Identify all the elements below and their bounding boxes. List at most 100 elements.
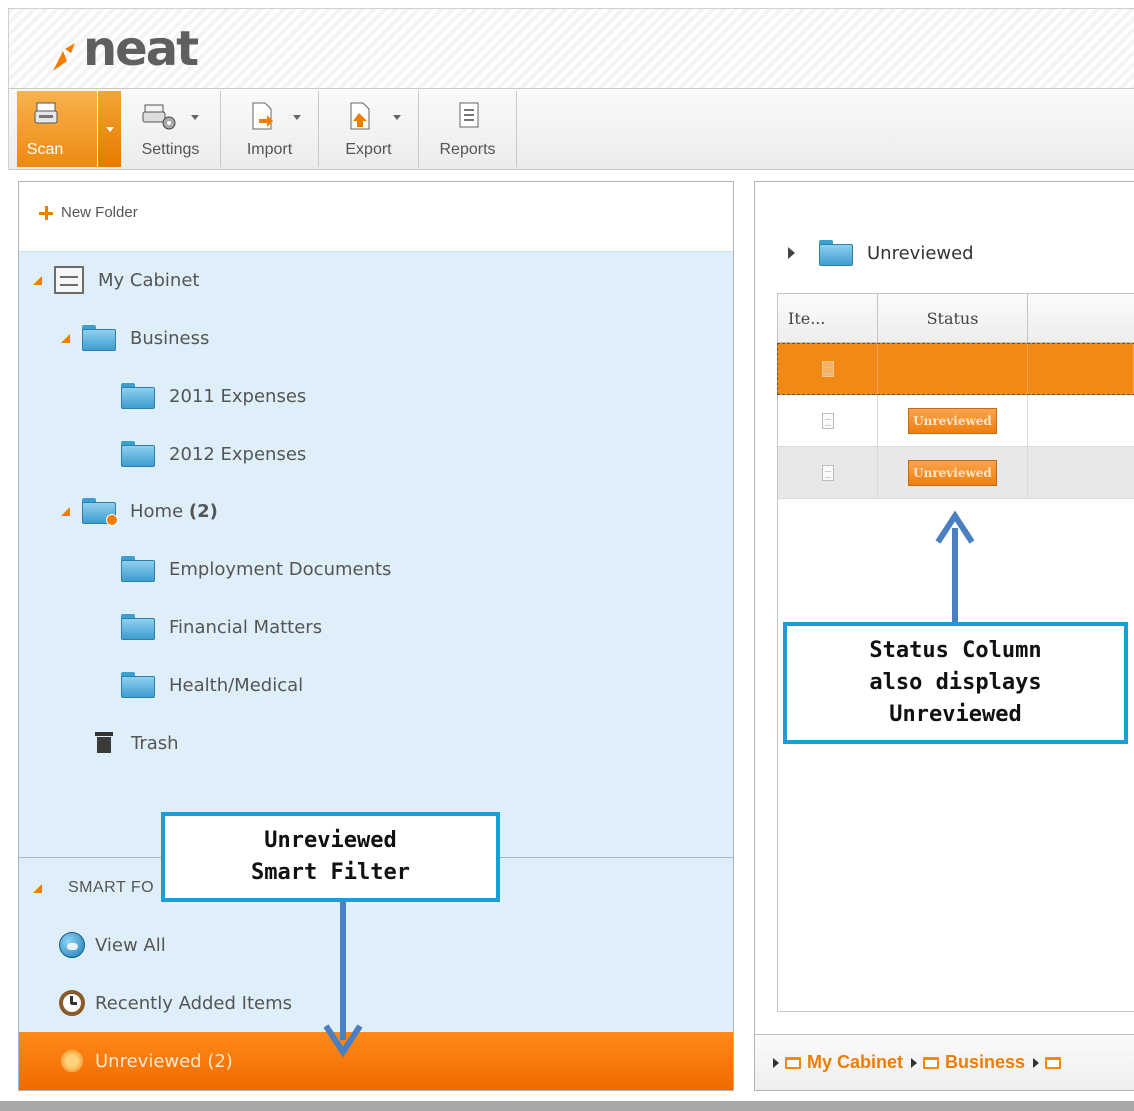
- callout-line: Unreviewed: [264, 828, 397, 853]
- column-header-status[interactable]: Status: [878, 294, 1028, 342]
- export-button[interactable]: Export: [319, 91, 419, 167]
- tree-item-label: Health/Medical: [169, 674, 304, 696]
- table-row[interactable]: Unreviewed: [777, 395, 1134, 447]
- collapse-triangle-icon[interactable]: [788, 247, 795, 259]
- cell-item: [778, 344, 878, 394]
- folder-header[interactable]: Unreviewed: [788, 240, 974, 266]
- smart-filter-callout: Unreviewed Smart Filter: [161, 812, 500, 902]
- toolbar: Scan Settings Import Export Reports: [8, 88, 1134, 170]
- new-folder-button[interactable]: New Folder: [39, 204, 138, 221]
- new-folder-bar: New Folder: [19, 182, 733, 252]
- column-header-rest[interactable]: [1028, 294, 1134, 342]
- export-caret-icon: [393, 115, 401, 120]
- trash-icon: [95, 732, 113, 754]
- tree-item-label: Employment Documents: [169, 558, 392, 580]
- settings-button[interactable]: Settings: [121, 91, 221, 167]
- tree-item-home[interactable]: Home (2): [61, 493, 218, 529]
- callout-line: Unreviewed: [889, 702, 1022, 727]
- document-icon: [821, 464, 834, 481]
- table-row[interactable]: Unreviewed: [777, 447, 1134, 499]
- tree-item-2012-expenses[interactable]: 2012 Expenses: [121, 436, 306, 472]
- smart-item-label: Recently Added Items: [95, 992, 293, 1014]
- table-header: Ite... Status: [777, 293, 1134, 343]
- smart-item-unreviewed-content: Unreviewed (2): [59, 1043, 233, 1079]
- logo-text: neat: [83, 21, 199, 77]
- home-count: (2): [188, 500, 218, 522]
- tree-item-label: Home (2): [130, 500, 218, 522]
- app-header: neat: [8, 8, 1134, 88]
- tree-item-business[interactable]: Business: [61, 320, 209, 356]
- expand-triangle-icon[interactable]: [61, 333, 70, 343]
- status-column-callout: Status Column also displays Unreviewed: [783, 622, 1128, 744]
- smart-item-recently-added[interactable]: Recently Added Items: [59, 985, 292, 1021]
- status-badge: Unreviewed: [908, 407, 997, 434]
- expand-triangle-icon[interactable]: [33, 883, 42, 893]
- breadcrumb-arrow-icon: [1033, 1057, 1040, 1068]
- shared-folder-icon: [82, 498, 118, 526]
- tree-item-label: 2012 Expenses: [169, 443, 307, 465]
- new-folder-label: New Folder: [61, 204, 138, 221]
- document-icon: [821, 412, 834, 429]
- breadcrumb-arrow-icon: [773, 1057, 779, 1068]
- tree-item-health-medical[interactable]: Health/Medical: [121, 667, 303, 703]
- cell-status: Unreviewed: [878, 447, 1028, 498]
- expand-triangle-icon[interactable]: [61, 506, 70, 516]
- import-caret-icon: [293, 115, 301, 120]
- column-header-item[interactable]: Ite...: [778, 294, 878, 342]
- import-button[interactable]: Import: [221, 91, 319, 167]
- tree-item-financial-matters[interactable]: Financial Matters: [121, 609, 322, 645]
- plus-icon: [39, 205, 53, 220]
- document-table: Ite... Status Unreviewed Unreviewed: [777, 293, 1134, 499]
- folder-icon: [121, 441, 155, 467]
- clock-icon: [59, 990, 85, 1016]
- settings-label: Settings: [141, 141, 200, 158]
- callout-line: Status Column: [869, 638, 1042, 663]
- breadcrumb-arrow-icon: [911, 1057, 918, 1068]
- neat-logo: neat: [49, 21, 199, 77]
- folder-icon: [82, 325, 116, 351]
- breadcrumb-folder-icon: [785, 1056, 801, 1069]
- tree-item-2011-expenses[interactable]: 2011 Expenses: [121, 378, 306, 414]
- starburst-icon: [59, 1048, 85, 1074]
- breadcrumb: My Cabinet Business: [755, 1034, 1134, 1090]
- status-callout-arrow: [935, 510, 975, 628]
- globe-icon: [59, 932, 85, 958]
- folder-icon: [819, 240, 853, 266]
- document-icon: [821, 361, 834, 377]
- smart-item-unreviewed[interactable]: Unreviewed (2): [19, 1032, 733, 1090]
- cell-rest: [1028, 395, 1134, 446]
- folder-sidebar: New Folder My Cabinet Business 2011 Expe…: [18, 181, 734, 1091]
- breadcrumb-business[interactable]: Business: [945, 1052, 1025, 1073]
- smart-item-view-all[interactable]: View All: [59, 927, 166, 963]
- tree-item-employment-documents[interactable]: Employment Documents: [121, 551, 391, 587]
- smart-folders-header[interactable]: SMART FO: [33, 870, 154, 906]
- cabinet-icon: [54, 266, 84, 294]
- tree-item-label: Trash: [131, 732, 179, 754]
- tree-item-label: Financial Matters: [169, 616, 323, 638]
- status-badge: Unreviewed: [908, 459, 997, 486]
- table-row[interactable]: [777, 343, 1134, 395]
- tree-item-my-cabinet[interactable]: My Cabinet: [33, 262, 199, 298]
- cell-status: Unreviewed: [878, 395, 1028, 446]
- cell-rest: [1028, 344, 1134, 394]
- breadcrumb-my-cabinet[interactable]: My Cabinet: [807, 1052, 903, 1073]
- smart-item-label: View All: [95, 934, 166, 956]
- reports-button[interactable]: Reports: [419, 91, 517, 167]
- expand-triangle-icon[interactable]: [33, 275, 42, 285]
- breadcrumb-folder-icon: [923, 1056, 940, 1069]
- smart-item-label: Unreviewed (2): [95, 1050, 233, 1072]
- callout-line: Smart Filter: [251, 860, 410, 885]
- cell-item: [778, 447, 878, 498]
- cell-rest: [1028, 447, 1134, 498]
- tree-item-label: Business: [130, 327, 210, 349]
- scan-button[interactable]: Scan: [17, 91, 97, 167]
- folder-icon: [121, 672, 155, 698]
- callout-line: also displays: [869, 670, 1042, 695]
- scan-dropdown-button[interactable]: [97, 91, 121, 167]
- bottom-strip: [0, 1101, 1134, 1111]
- scan-label: Scan: [26, 141, 64, 158]
- smart-filter-callout-arrow: [323, 900, 363, 1058]
- tree-item-trash[interactable]: Trash: [95, 725, 179, 761]
- cell-status: [878, 344, 1028, 394]
- smart-folders-label: SMART FO: [68, 879, 155, 896]
